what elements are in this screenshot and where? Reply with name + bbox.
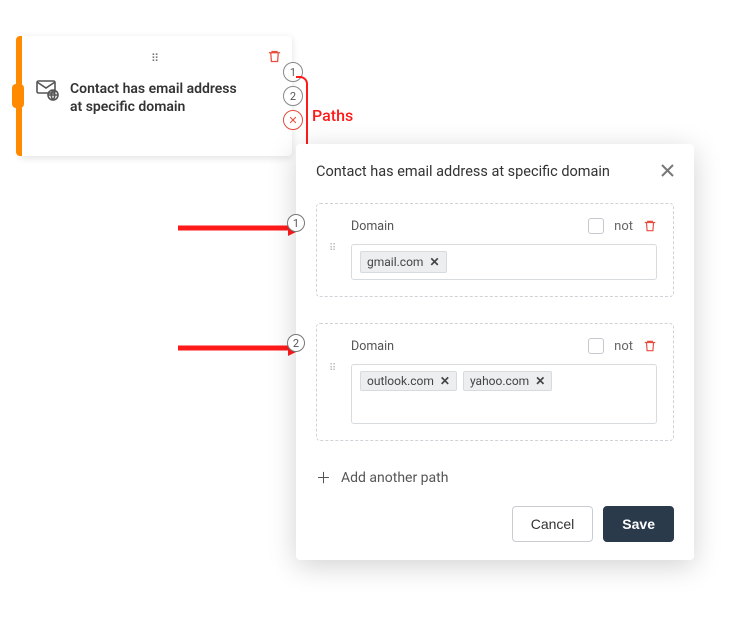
not-label: not bbox=[614, 339, 633, 354]
delete-path-button[interactable] bbox=[643, 338, 657, 354]
not-checkbox[interactable] bbox=[588, 218, 604, 234]
email-domain-icon bbox=[36, 80, 60, 106]
path-block-1: 1 ⠿ Domain not gmail.com✕ bbox=[316, 203, 674, 297]
domain-field-label: Domain bbox=[351, 339, 394, 354]
domain-field-label: Domain bbox=[351, 219, 394, 234]
drag-path-handle-icon[interactable]: ⠿ bbox=[329, 246, 338, 251]
domain-tag-input[interactable]: outlook.com✕ yahoo.com✕ bbox=[351, 364, 657, 424]
domain-tag[interactable]: gmail.com✕ bbox=[360, 251, 447, 273]
add-path-button[interactable]: ＋ Add another path bbox=[316, 467, 674, 488]
remove-tag-icon[interactable]: ✕ bbox=[440, 374, 450, 388]
annotation-bracket bbox=[296, 76, 308, 152]
add-path-label: Add another path bbox=[341, 470, 448, 486]
plus-icon: ＋ bbox=[316, 467, 331, 488]
not-label: not bbox=[614, 219, 633, 234]
annotation-arrow-2 bbox=[178, 338, 304, 358]
drag-path-handle-icon[interactable]: ⠿ bbox=[329, 366, 338, 371]
remove-tag-icon[interactable]: ✕ bbox=[535, 374, 545, 388]
node-body: Contact has email address at specific do… bbox=[36, 80, 248, 116]
domain-tag-input[interactable]: gmail.com✕ bbox=[351, 244, 657, 280]
save-button[interactable]: Save bbox=[603, 506, 674, 542]
delete-node-button[interactable] bbox=[267, 48, 282, 64]
close-panel-button[interactable] bbox=[661, 162, 674, 181]
delete-path-button[interactable] bbox=[643, 218, 657, 234]
path-number-badge-1: 1 bbox=[287, 214, 305, 232]
cancel-button[interactable]: Cancel bbox=[512, 506, 594, 542]
drag-handle-icon[interactable]: ⠿ bbox=[151, 52, 161, 65]
condition-editor-panel: Contact has email address at specific do… bbox=[296, 144, 694, 560]
domain-tag[interactable]: outlook.com✕ bbox=[360, 371, 457, 391]
panel-title: Contact has email address at specific do… bbox=[316, 163, 610, 180]
annotation-label: Paths bbox=[312, 106, 353, 125]
node-title: Contact has email address at specific do… bbox=[70, 80, 248, 116]
annotation-arrow-1 bbox=[178, 218, 304, 238]
workflow-node[interactable]: ⠿ Contact has email address at specific … bbox=[20, 36, 292, 156]
remove-tag-icon[interactable]: ✕ bbox=[429, 255, 439, 269]
node-left-connector[interactable] bbox=[12, 84, 24, 108]
not-checkbox[interactable] bbox=[588, 338, 604, 354]
path-number-badge-2: 2 bbox=[287, 334, 305, 352]
domain-tag[interactable]: yahoo.com✕ bbox=[463, 371, 552, 391]
path-block-2: 2 ⠿ Domain not outlook.com✕ yahoo.com✕ bbox=[316, 323, 674, 441]
